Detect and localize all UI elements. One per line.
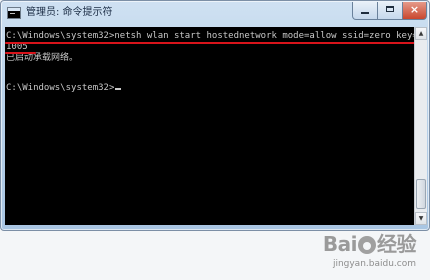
command-prompt-window: 管理员: 命令提示符 × C:\Windows\system32>netsh w… [0, 0, 430, 231]
arrow-up-icon: ▲ [418, 30, 424, 37]
minimize-icon [361, 12, 369, 14]
console-line-prompt: C:\Windows\system32> [6, 83, 122, 94]
maximize-button[interactable] [378, 2, 403, 20]
watermark-url: jingyan.baidu.com [332, 259, 416, 269]
text-cursor [115, 88, 122, 90]
watermark-logo: Bai 经验 [322, 232, 417, 256]
maximize-icon [386, 6, 394, 12]
close-icon: × [409, 3, 420, 16]
close-button[interactable]: × [403, 2, 427, 20]
paw-logo-icon [358, 236, 376, 254]
console-output[interactable]: C:\Windows\system32>netsh wlan start hos… [5, 27, 414, 225]
arrow-down-icon: ▼ [418, 215, 424, 222]
prompt-text: C:\Windows\system32> [6, 83, 115, 93]
baidu-jingyan-watermark: Bai 经验 jingyan.baidu.com [296, 232, 417, 278]
vertical-scrollbar[interactable]: ▲ ▼ [414, 27, 427, 225]
watermark-logo-right: 经验 [377, 232, 417, 256]
watermark-logo-left: Bai [322, 232, 358, 256]
cmd-app-icon[interactable] [7, 7, 21, 19]
console-line-result: 已启动承载网络。 [6, 53, 79, 63]
red-underline-annotation [5, 42, 414, 44]
window-title: 管理员: 命令提示符 [26, 7, 113, 18]
scroll-up-button[interactable]: ▲ [415, 27, 427, 40]
minimize-button[interactable] [352, 2, 378, 20]
scroll-down-button[interactable]: ▼ [415, 212, 427, 225]
scroll-thumb[interactable] [416, 179, 426, 209]
console-line-command: C:\Windows\system32>netsh wlan start hos… [6, 31, 414, 41]
title-bar[interactable]: 管理员: 命令提示符 × [1, 1, 429, 27]
red-underline-annotation-short [5, 52, 36, 54]
